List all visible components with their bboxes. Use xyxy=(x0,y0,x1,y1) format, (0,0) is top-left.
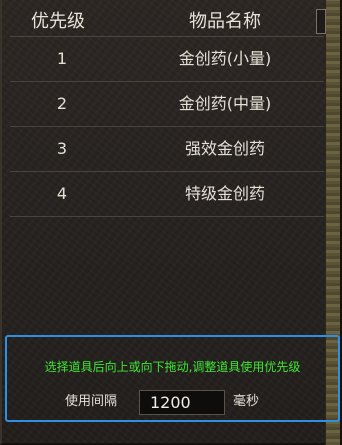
priority-number: 4 xyxy=(56,184,68,203)
priority-number: 2 xyxy=(56,94,68,113)
priority-list: 1 金创药(小量) 2 金创药(中量) 3 强效金创药 4 特级金创药 xyxy=(10,37,324,217)
item-name: 特级金创药 xyxy=(184,184,265,203)
interval-label: 使用间隔 xyxy=(65,394,118,409)
item-name: 金创药(中量) xyxy=(178,94,272,113)
priority-number: 3 xyxy=(56,139,68,158)
potion-priority-window: 优先级 物品名称 1 金创药(小量) 2 金创药(中量) 3 强效金创药 4 特… xyxy=(0,0,342,445)
item-name: 金创药(小量) xyxy=(178,49,272,68)
item-name: 强效金创药 xyxy=(184,139,265,158)
priority-column-header: 优先级 xyxy=(31,11,85,32)
list-item[interactable]: 2 金创药(中量) xyxy=(10,82,324,127)
interval-input[interactable]: 1200 xyxy=(139,390,225,415)
list-item[interactable]: 4 特级金创药 xyxy=(10,172,324,217)
table-header: 优先级 物品名称 xyxy=(10,10,324,37)
list-item[interactable]: 1 金创药(小量) xyxy=(10,37,324,82)
item-name-column-header: 物品名称 xyxy=(189,11,261,32)
list-item[interactable]: 3 强效金创药 xyxy=(10,127,324,172)
interval-unit-label: 毫秒 xyxy=(233,394,260,409)
priority-number: 1 xyxy=(56,49,68,68)
drag-hint-text: 选择道具后向上或向下拖动,调整道具使用优先级 xyxy=(44,360,301,374)
settings-panel: 选择道具后向上或向下拖动,调整道具使用优先级 使用间隔 1200 毫秒 xyxy=(5,335,340,422)
header-scroll-box[interactable] xyxy=(316,9,326,34)
